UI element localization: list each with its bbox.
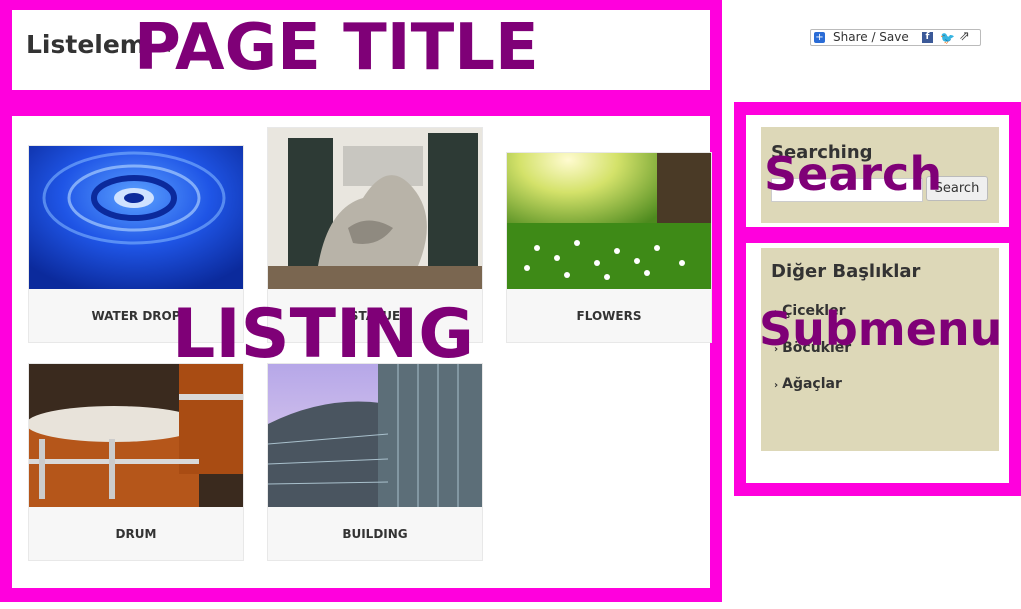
plus-icon: + [814, 32, 825, 43]
submenu-annotation-label: Submenu [759, 302, 1003, 356]
listing-item-caption[interactable]: FLOWERS [507, 290, 711, 342]
submenu-title: Diğer Başlıklar [771, 261, 921, 282]
listing-item-building[interactable]: BUILDING [267, 363, 483, 561]
share-save-label: Share / Save [833, 30, 909, 44]
listing-item-drum[interactable]: DRUM [28, 363, 244, 561]
submenu-item-label[interactable]: Ağaçlar [782, 376, 842, 392]
drum-image[interactable] [29, 364, 243, 507]
listing-annotation-label: LISTING [172, 295, 475, 374]
twitter-icon[interactable]: 🐦 [940, 31, 955, 45]
search-annotation-label: Search [764, 147, 943, 201]
chevron-right-icon: › [774, 380, 779, 391]
share-arrow-icon[interactable]: ⇗ [959, 29, 970, 44]
listing-item-caption[interactable]: BUILDING [268, 508, 482, 560]
flowers-image[interactable] [507, 153, 711, 289]
listing-item-flowers[interactable]: FLOWERS [506, 152, 712, 343]
statue-image[interactable] [268, 128, 482, 289]
page-title-annotation-label: PAGE TITLE [134, 11, 539, 85]
page-title: Listelem [26, 30, 146, 59]
facebook-icon[interactable]: f [922, 32, 933, 43]
submenu-item[interactable]: › Ağaçlar [774, 376, 842, 392]
water-drop-image[interactable] [29, 146, 243, 289]
listing-item-caption[interactable]: DRUM [29, 508, 243, 560]
building-image[interactable] [268, 364, 482, 507]
share-save-button[interactable]: + Share / Save f 🐦 ⇗ [810, 29, 981, 46]
